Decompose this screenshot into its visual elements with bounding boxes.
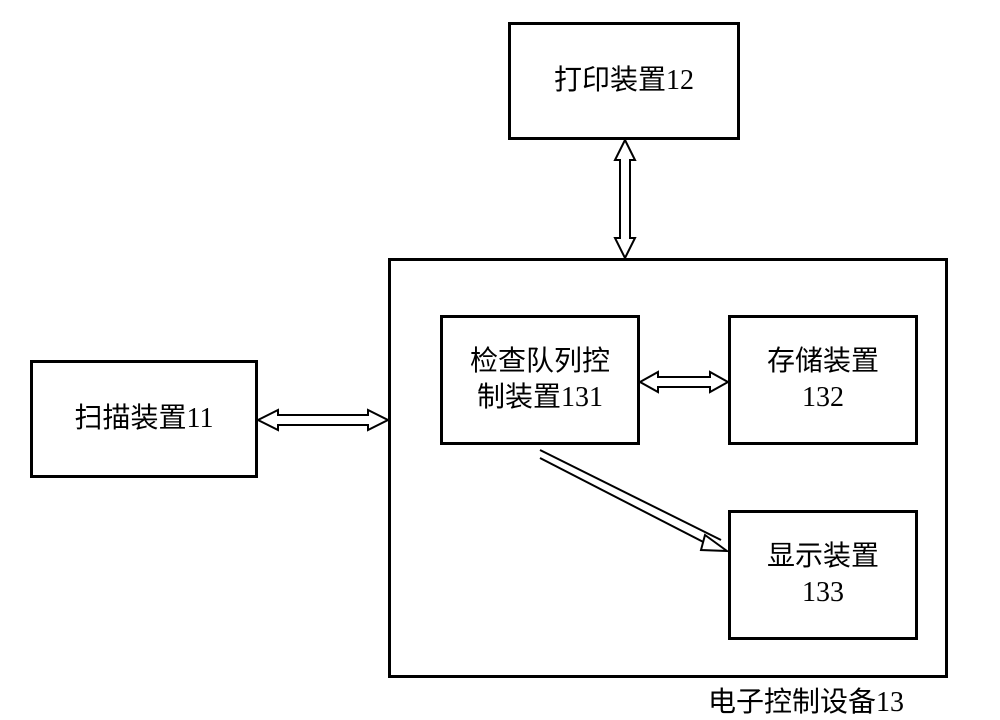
display-label: 显示装置 133	[767, 539, 879, 612]
display-box: 显示装置 133	[728, 510, 918, 640]
printer-label: 打印装置12	[554, 63, 694, 99]
queue-control-label: 检查队列控 制装置131	[470, 344, 610, 417]
storage-label: 存储装置 132	[767, 344, 879, 417]
scanner-label: 扫描装置11	[75, 401, 214, 437]
electronic-control-label: 电子控制设备13	[708, 687, 904, 718]
arrow-printer-to-controller	[605, 140, 645, 258]
electronic-control-label-container: 电子控制设备13	[708, 680, 904, 720]
queue-control-box: 检查队列控 制装置131	[440, 315, 640, 445]
arrow-queue-to-storage	[640, 362, 728, 402]
storage-box: 存储装置 132	[728, 315, 918, 445]
arrow-queue-to-display	[535, 445, 735, 565]
arrow-scanner-to-controller	[258, 400, 388, 440]
printer-box: 打印装置12	[508, 22, 740, 140]
scanner-box: 扫描装置11	[30, 360, 258, 478]
